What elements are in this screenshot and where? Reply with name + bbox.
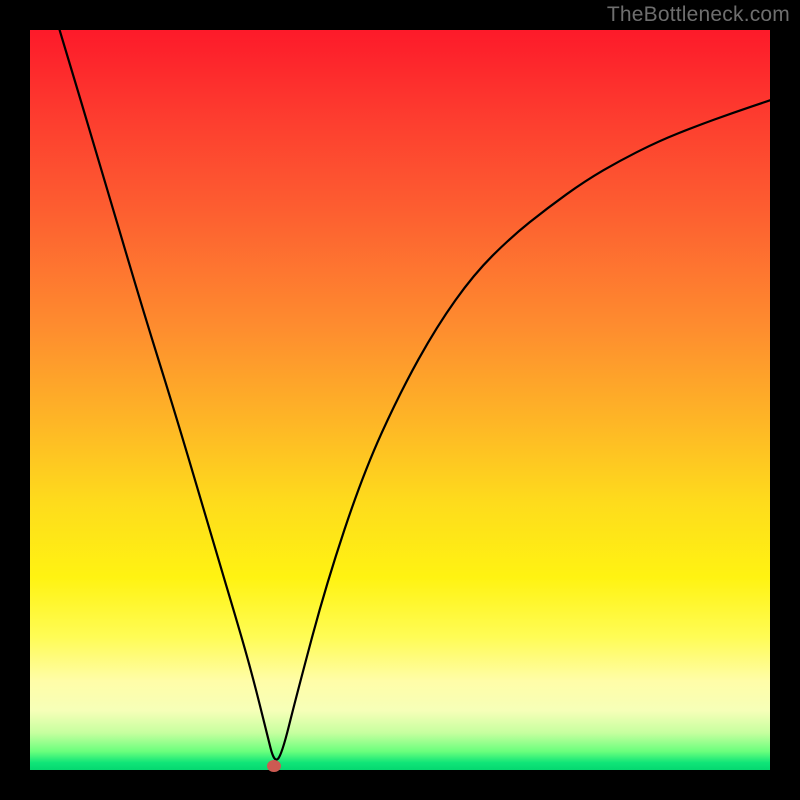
plot-area [30,30,770,770]
min-marker-dot [267,760,281,772]
chart-frame: TheBottleneck.com [0,0,800,800]
bottleneck-curve [30,30,770,770]
watermark-text: TheBottleneck.com [607,3,790,27]
curve-path [60,30,770,760]
